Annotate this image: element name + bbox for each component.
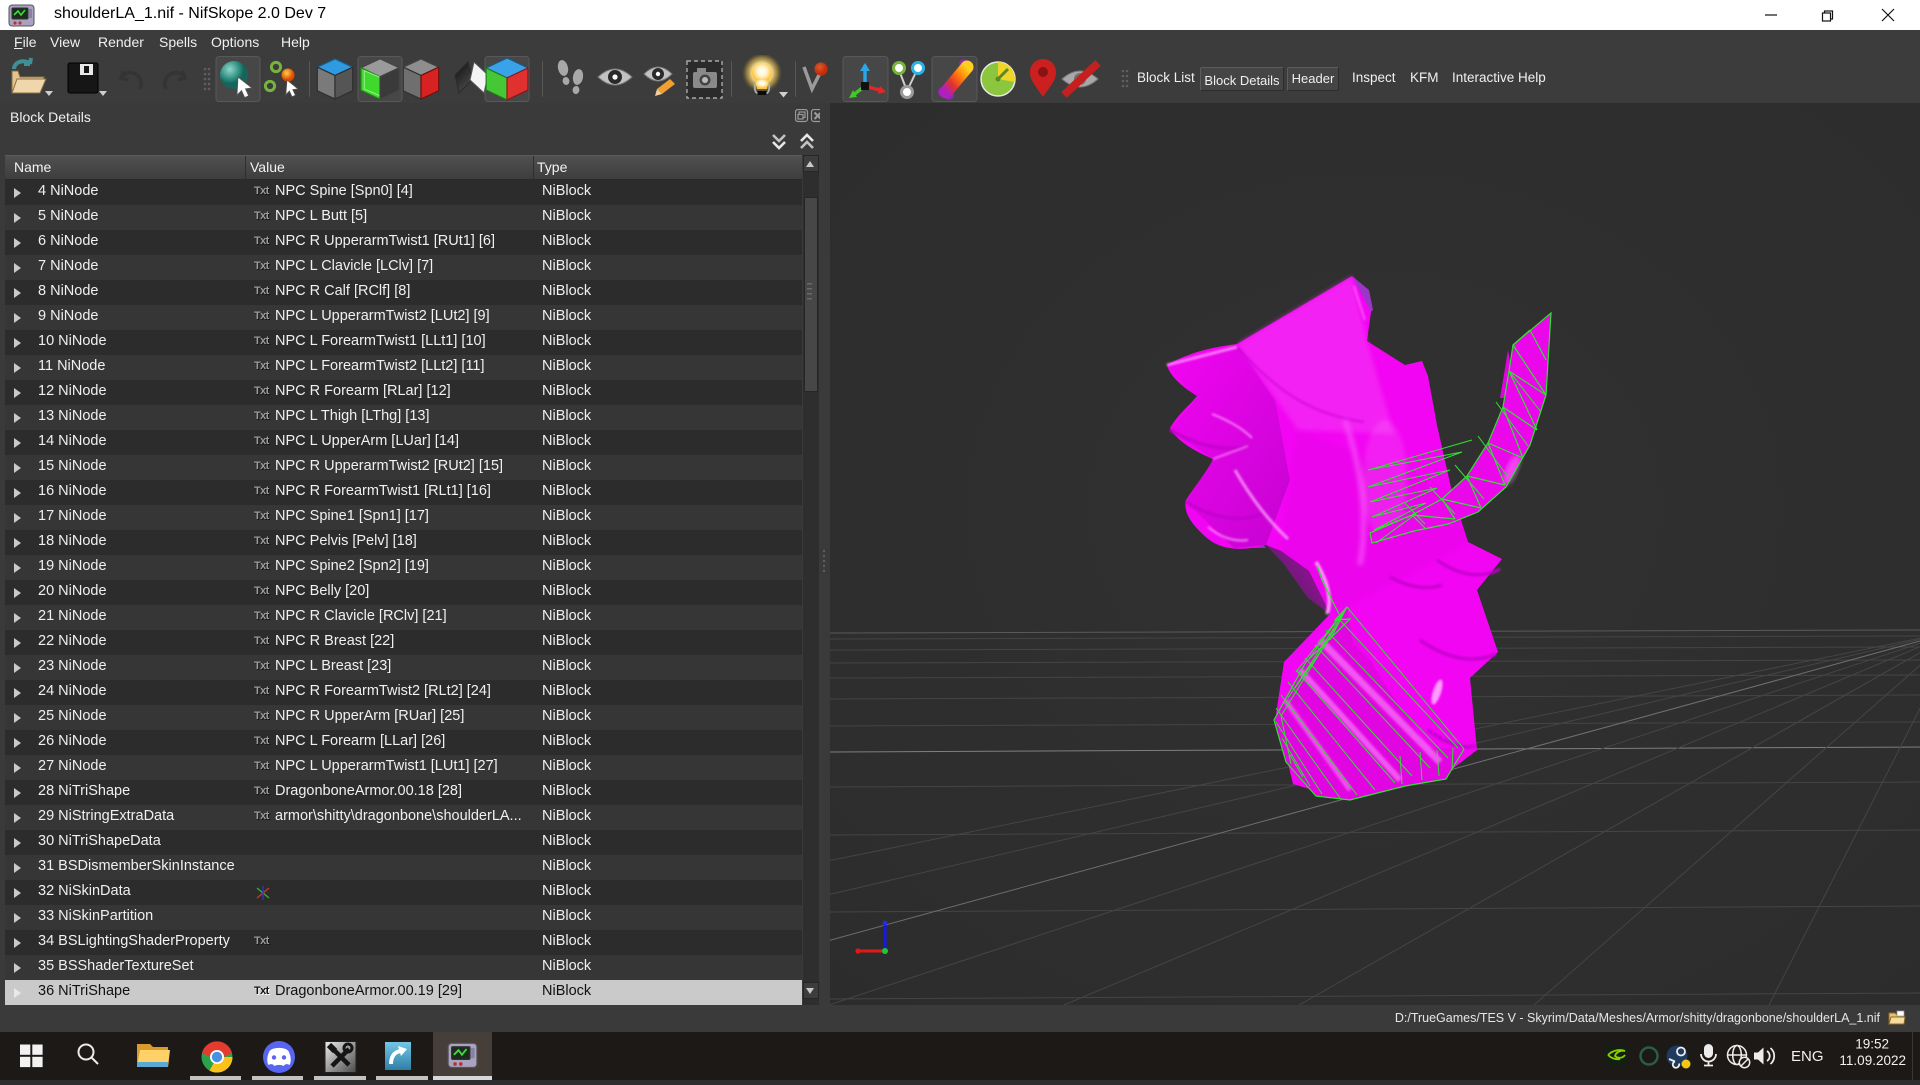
svg-text:ENG: ENG: [1791, 1048, 1824, 1065]
svg-text:11.09.2022: 11.09.2022: [1839, 1053, 1906, 1068]
svg-text:19:52: 19:52: [1855, 1037, 1889, 1052]
